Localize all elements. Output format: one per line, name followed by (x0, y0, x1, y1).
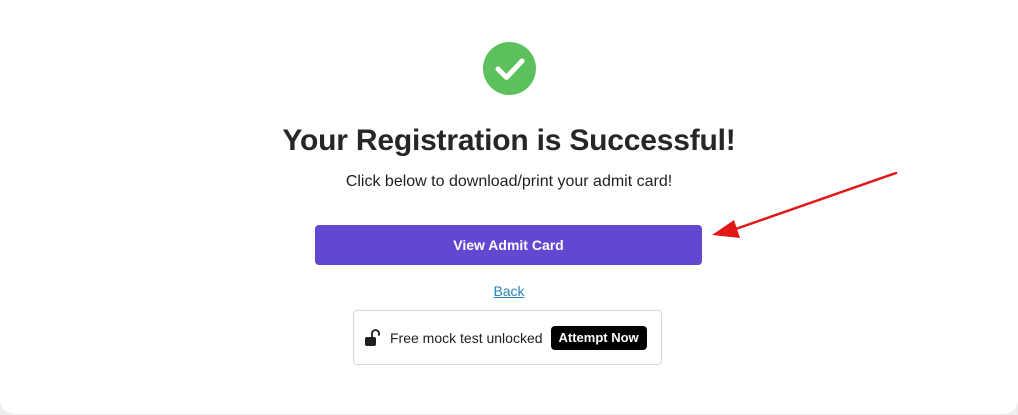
mock-test-text: Free mock test unlocked (390, 329, 543, 346)
back-link-container: Back (0, 283, 1018, 301)
red-arrow-icon (712, 171, 898, 238)
registration-success-card: Your Registration is Successful! Click b… (0, 0, 1018, 414)
check-circle-icon (483, 42, 536, 95)
attempt-now-button[interactable]: Attempt Now (550, 325, 647, 350)
back-link[interactable]: Back (493, 283, 524, 299)
view-admit-card-button[interactable]: View Admit Card (315, 225, 702, 265)
mock-test-banner: Free mock test unlocked Attempt Now (353, 310, 662, 365)
page-title: Your Registration is Successful! (282, 124, 736, 157)
unlocked-padlock-icon (364, 328, 381, 347)
